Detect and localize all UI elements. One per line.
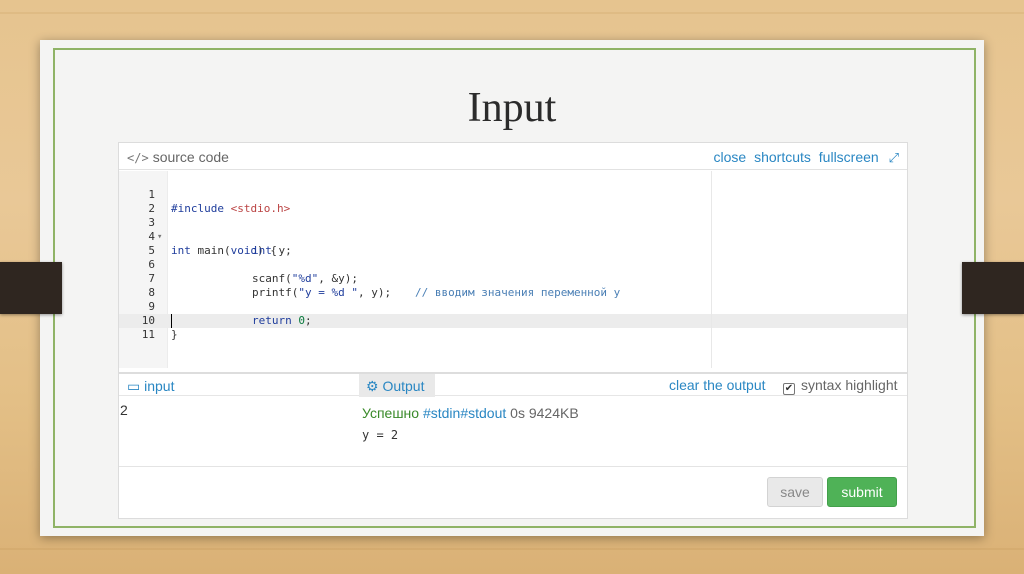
syntax-highlight-checkbox[interactable]: ✔: [783, 383, 795, 395]
close-link[interactable]: close: [714, 149, 747, 165]
syntax-highlight-toggle[interactable]: ✔ syntax highlight: [783, 377, 898, 395]
line-number: 11: [141, 328, 155, 341]
code-line: 1 #include <stdio.h>: [119, 174, 907, 215]
code-line: 4 int y;: [119, 216, 907, 257]
code-runner-panel: </> source code close shortcuts fullscree…: [118, 142, 908, 519]
tab-output-label: Output: [382, 378, 425, 394]
editor-links: close shortcuts fullscreen ⤢: [710, 149, 900, 166]
code-line: 9 return 0;: [119, 286, 907, 327]
code-line: 11: [119, 314, 907, 341]
stdin-input[interactable]: 2: [119, 397, 359, 465]
gears-icon: ⚙: [366, 378, 379, 394]
text-cursor: [171, 314, 172, 328]
inbox-icon: ▭: [127, 378, 141, 394]
tab-input[interactable]: ▭ input: [127, 378, 174, 395]
program-output: y = 2: [362, 428, 399, 442]
code-line: 7 printf("y = %d ", y);: [119, 258, 907, 299]
stdin-link[interactable]: #stdin: [423, 405, 460, 421]
clear-output-link[interactable]: clear the output: [669, 377, 766, 393]
code-line: 5: [119, 230, 907, 257]
line-content: }: [171, 328, 178, 341]
code-line: 10 }: [119, 300, 907, 341]
slide-title: Input: [467, 85, 557, 131]
submit-button[interactable]: submit: [827, 477, 897, 507]
editor-title-label: source code: [152, 149, 229, 165]
fullscreen-link[interactable]: fullscreen: [819, 149, 879, 165]
divider: [119, 466, 907, 467]
io-toolbar: ▭ input ⚙ Output clear the output ✔ synta…: [119, 372, 907, 397]
run-time: 0s: [510, 405, 525, 421]
wood-grain: [0, 548, 1024, 550]
code-editor[interactable]: 1 #include <stdio.h> 2 3 ▾ int main(void…: [119, 171, 907, 368]
editor-title: </> source code: [127, 149, 229, 165]
status-success: Успешно: [362, 405, 420, 421]
tab-input-label: input: [144, 378, 175, 394]
stdout-link[interactable]: #stdout: [460, 405, 506, 421]
editor-header: </> source code close shortcuts fullscree…: [119, 143, 907, 170]
shortcuts-link[interactable]: shortcuts: [754, 149, 811, 165]
code-line: 3 ▾ int main(void) {: [119, 202, 907, 257]
code-line: 8: [119, 272, 907, 299]
code-line: 2: [119, 188, 907, 215]
code-icon: </>: [127, 151, 149, 165]
expand-icon[interactable]: ⤢: [889, 150, 899, 165]
tab-output[interactable]: ⚙ Output: [359, 374, 435, 397]
memory-usage: 9424KB: [528, 405, 579, 421]
code-line: 6 scanf("%d", &y); // вводим значения пе…: [119, 244, 907, 299]
wood-grain: [0, 12, 1024, 14]
run-status: Успешно #stdin#stdout 0s 9424KB: [362, 405, 579, 421]
slide: Input </> source code close shortcuts ful…: [40, 40, 984, 536]
output-panel: Успешно #stdin#stdout 0s 9424KB y = 2: [362, 397, 902, 465]
syntax-highlight-label: syntax highlight: [801, 377, 898, 393]
save-button[interactable]: save: [767, 477, 823, 507]
binder-tab-left: [0, 262, 62, 314]
binder-tab-right: [962, 262, 1024, 314]
